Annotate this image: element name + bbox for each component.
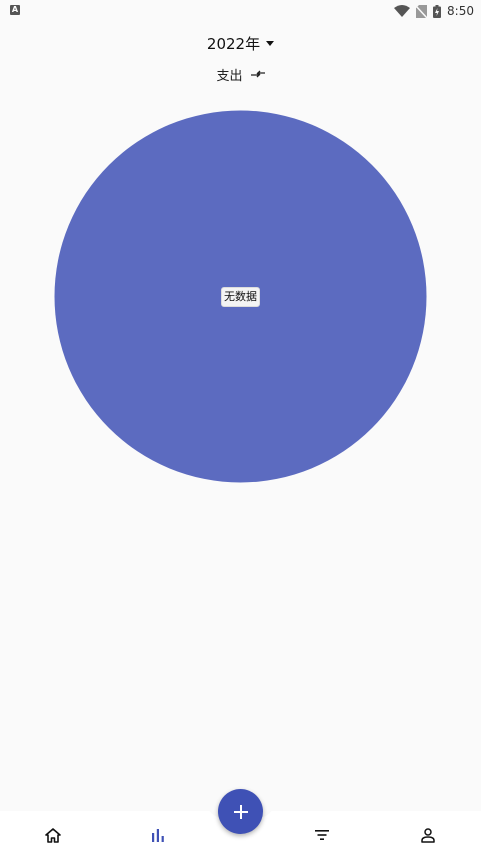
- swap-icon[interactable]: [250, 69, 265, 79]
- add-record-button[interactable]: [218, 789, 263, 834]
- bar-chart-icon: [152, 828, 164, 842]
- add-icon: [233, 804, 248, 819]
- app-root: A 8:50 2022年 支出 无数据: [0, 0, 481, 856]
- status-bar: A 8:50: [0, 0, 481, 22]
- app-notification-badge: A: [10, 5, 20, 15]
- year-selector[interactable]: 2022年: [0, 30, 481, 56]
- battery-charging-icon: [433, 4, 442, 18]
- type-toggle[interactable]: 支出: [0, 63, 481, 85]
- year-label: 2022年: [206, 34, 261, 53]
- status-icons: 8:50: [394, 2, 474, 20]
- nav-chart[interactable]: [146, 823, 170, 847]
- status-time: 8:50: [447, 4, 474, 18]
- no-sim-icon: [416, 4, 428, 18]
- pie-empty-label: 无数据: [221, 287, 260, 307]
- caret-down-icon: [266, 40, 275, 46]
- person-icon: [421, 827, 435, 843]
- nav-profile[interactable]: [416, 823, 440, 847]
- wifi-icon: [394, 5, 411, 17]
- type-label: 支出: [216, 68, 243, 84]
- nav-home[interactable]: [41, 823, 65, 847]
- nav-filter[interactable]: [310, 823, 334, 847]
- home-icon: [45, 827, 61, 843]
- filter-icon: [315, 830, 329, 840]
